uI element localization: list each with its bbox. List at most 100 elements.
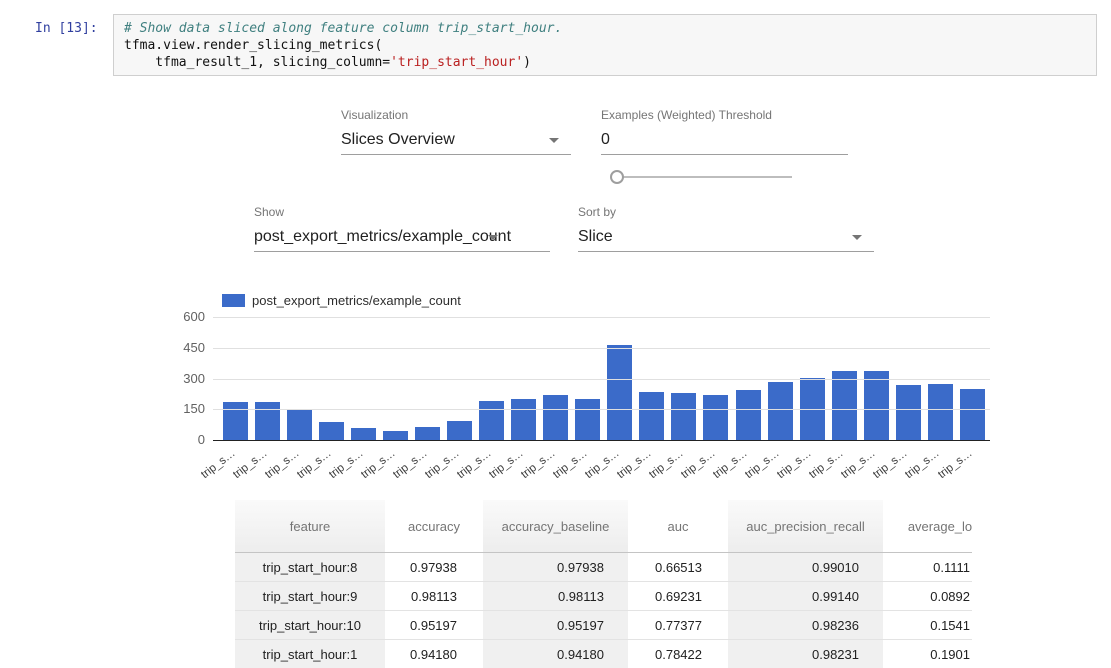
metric-cell: 0.66513 [630,553,728,581]
show-underline [254,251,550,252]
metric-cell: 0.97938 [387,553,483,581]
bar[interactable] [351,428,376,440]
table-row: trip_start_hour:80.979380.979380.665130.… [235,553,972,582]
metric-cell: 0.1541 [885,611,972,639]
bar[interactable] [575,399,600,440]
plot-area [213,317,990,441]
show-label: Show [254,205,550,219]
column-header-accuracy: accuracy [387,500,483,552]
bar[interactable] [639,392,664,440]
gridline [213,409,990,410]
threshold-slider[interactable] [610,170,792,184]
metric-cell: 0.77377 [630,611,728,639]
bar[interactable] [671,393,696,440]
visualization-underline [341,154,571,155]
show-dropdown[interactable]: Show post_export_metrics/example_count [254,205,550,252]
metric-cell: 0.98113 [387,582,483,610]
metric-cell: 0.98236 [728,611,885,639]
chevron-down-icon [549,138,559,143]
gridline [213,379,990,380]
code-line-2: tfma.view.render_slicing_metrics( [124,37,1086,54]
visualization-dropdown[interactable]: Visualization Slices Overview [341,108,571,155]
bar[interactable] [287,410,312,440]
column-header-feature: feature [235,500,387,552]
table-header: featureaccuracyaccuracy_baselineaucauc_p… [235,500,972,553]
bar[interactable] [768,382,793,440]
input-prompt: In [13]: [35,20,98,37]
bar[interactable] [319,422,344,440]
metric-cell: 0.99140 [728,582,885,610]
bar[interactable] [511,399,536,440]
code-line-3-pre: tfma_result_1, slicing_column= [124,55,390,70]
chevron-down-icon [852,235,862,240]
metric-cell: 0.94180 [387,640,483,668]
bar[interactable] [479,401,504,440]
bar[interactable] [255,402,280,440]
show-value: post_export_metrics/example_count [254,227,550,247]
column-header-accuracy_baseline: accuracy_baseline [483,500,630,552]
threshold-label: Examples (Weighted) Threshold [601,108,848,122]
bar[interactable] [703,395,728,440]
y-axis-label: 600 [150,309,205,325]
legend-label: post_export_metrics/example_count [252,293,461,308]
bar[interactable] [447,421,472,440]
chevron-down-icon [488,235,498,240]
metric-cell: 0.98113 [483,582,630,610]
code-cell[interactable]: # Show data sliced along feature column … [113,14,1097,76]
feature-cell: trip_start_hour:10 [235,611,387,639]
bar[interactable] [383,431,408,440]
column-header-average_loss: average_loss [885,500,972,552]
metric-cell: 0.1111 [885,553,972,581]
metric-cell: 0.95197 [387,611,483,639]
code-line-3: tfma_result_1, slicing_column='trip_star… [124,54,1086,71]
threshold-input[interactable] [601,130,848,150]
y-axis-label: 450 [150,340,205,356]
legend-swatch [222,294,245,307]
table-row: trip_start_hour:90.981130.981130.692310.… [235,582,972,611]
sort-by-value: Slice [578,227,874,247]
bar[interactable] [864,371,889,440]
bar[interactable] [928,384,953,440]
code-line-3-post: ) [523,55,531,70]
visualization-value: Slices Overview [341,130,571,150]
threshold-underline [601,154,848,155]
sort-by-dropdown[interactable]: Sort by Slice [578,205,874,252]
slider-handle[interactable] [610,170,624,184]
bar[interactable] [736,390,761,440]
bar[interactable] [607,345,632,440]
y-axis-label: 0 [150,432,205,448]
bar[interactable] [223,402,248,440]
metric-cell: 0.78422 [630,640,728,668]
sort-by-label: Sort by [578,205,874,219]
visualization-label: Visualization [341,108,571,122]
metric-cell: 0.95197 [483,611,630,639]
metric-cell: 0.98231 [728,640,885,668]
column-header-auc: auc [630,500,728,552]
y-axis-label: 300 [150,371,205,387]
feature-cell: trip_start_hour:9 [235,582,387,610]
feature-cell: trip_start_hour:1 [235,640,387,668]
gridline [213,317,990,318]
bar[interactable] [896,385,921,440]
code-comment: # Show data sliced along feature column … [124,20,1086,37]
sort-by-underline [578,251,874,252]
bar[interactable] [415,427,440,440]
metric-cell: 0.0892 [885,582,972,610]
metric-cell: 0.1901 [885,640,972,668]
column-header-auc_precision_recall: auc_precision_recall [728,500,885,552]
code-string-literal: 'trip_start_hour' [390,55,523,70]
metric-cell: 0.97938 [483,553,630,581]
metric-cell: 0.99010 [728,553,885,581]
table-row: trip_start_hour:10.941800.941800.784220.… [235,640,972,668]
feature-cell: trip_start_hour:8 [235,553,387,581]
y-axis-label: 150 [150,401,205,417]
table-row: trip_start_hour:100.951970.951970.773770… [235,611,972,640]
bar[interactable] [960,389,985,440]
bar[interactable] [543,395,568,441]
metric-cell: 0.69231 [630,582,728,610]
metric-cell: 0.94180 [483,640,630,668]
table-body: trip_start_hour:80.979380.979380.665130.… [235,553,972,668]
slider-track[interactable] [616,176,792,178]
bar[interactable] [832,371,857,440]
threshold-field[interactable]: Examples (Weighted) Threshold [601,108,848,155]
